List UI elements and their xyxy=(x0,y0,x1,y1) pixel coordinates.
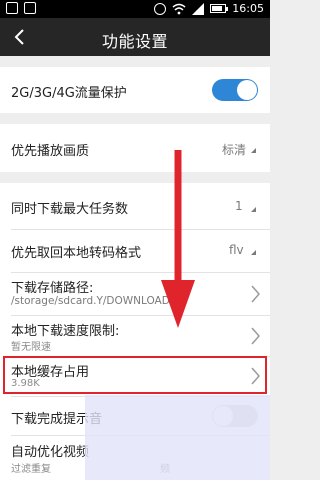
auto-optimize-sublabel: 过滤重复 xyxy=(11,464,51,475)
dropdown-indicator-icon xyxy=(251,207,256,212)
setting-label: 下载存储路径: xyxy=(11,281,94,296)
toggle-knob xyxy=(237,80,257,100)
status-bar: 16:05 xyxy=(0,0,270,18)
notification-icon xyxy=(24,2,36,14)
setting-label: 优先播放画质 xyxy=(11,144,90,159)
setting-network-protection[interactable]: 2G/3G/4G流量保护 xyxy=(0,67,270,113)
section-network: 2G/3G/4G流量保护 xyxy=(0,67,270,113)
wifi-icon xyxy=(172,3,186,14)
quality-value: 标清 xyxy=(222,143,247,157)
page-title: 功能设置 xyxy=(101,32,168,51)
title-bar: 功能设置 xyxy=(0,18,270,56)
transcode-format-value: flv xyxy=(229,243,244,257)
dropdown-indicator-icon xyxy=(251,250,256,255)
setting-speed-limit[interactable]: 本地下载速度限制: 暂无限速 xyxy=(0,316,270,356)
setting-label: 本地下载速度限制: xyxy=(11,324,120,339)
section-quality: 优先播放画质 标清 xyxy=(0,124,270,172)
setting-label: 优先取回本地转码格式 xyxy=(11,246,142,261)
setting-storage-path[interactable]: 下载存储路径: /storage/sdcard.Y/DOWNLOAD/ xyxy=(0,273,270,315)
chevron-right-icon xyxy=(251,327,260,345)
status-right-icons: 16:05 xyxy=(154,2,264,15)
setting-label: 同时下载最大任务数 xyxy=(11,202,129,217)
signal-icon xyxy=(192,2,205,15)
speed-limit-value: 暂无限速 xyxy=(11,342,51,353)
setting-playback-quality[interactable]: 优先播放画质 标清 xyxy=(0,124,270,172)
battery-icon xyxy=(210,4,229,13)
network-protection-toggle[interactable] xyxy=(212,79,258,101)
status-time: 16:05 xyxy=(232,2,264,15)
dropdown-indicator-icon xyxy=(251,148,256,153)
setting-transcode-format[interactable]: 优先取回本地转码格式 flv xyxy=(0,230,270,272)
setting-label: 2G/3G/4G流量保护 xyxy=(11,86,127,101)
watermark-overlay xyxy=(85,395,270,480)
status-left-icons xyxy=(6,2,36,14)
annotation-arrow-icon xyxy=(161,150,195,328)
alarm-icon xyxy=(154,2,167,15)
image-icon xyxy=(6,2,18,14)
setting-label: 自动优化视频 xyxy=(11,445,90,460)
storage-path-value: /storage/sdcard.Y/DOWNLOAD/ xyxy=(11,295,174,307)
chevron-right-icon xyxy=(251,285,260,303)
max-tasks-value: 1 xyxy=(235,199,243,213)
highlight-box xyxy=(3,356,267,394)
setting-max-download-tasks[interactable]: 同时下载最大任务数 1 xyxy=(0,183,270,229)
